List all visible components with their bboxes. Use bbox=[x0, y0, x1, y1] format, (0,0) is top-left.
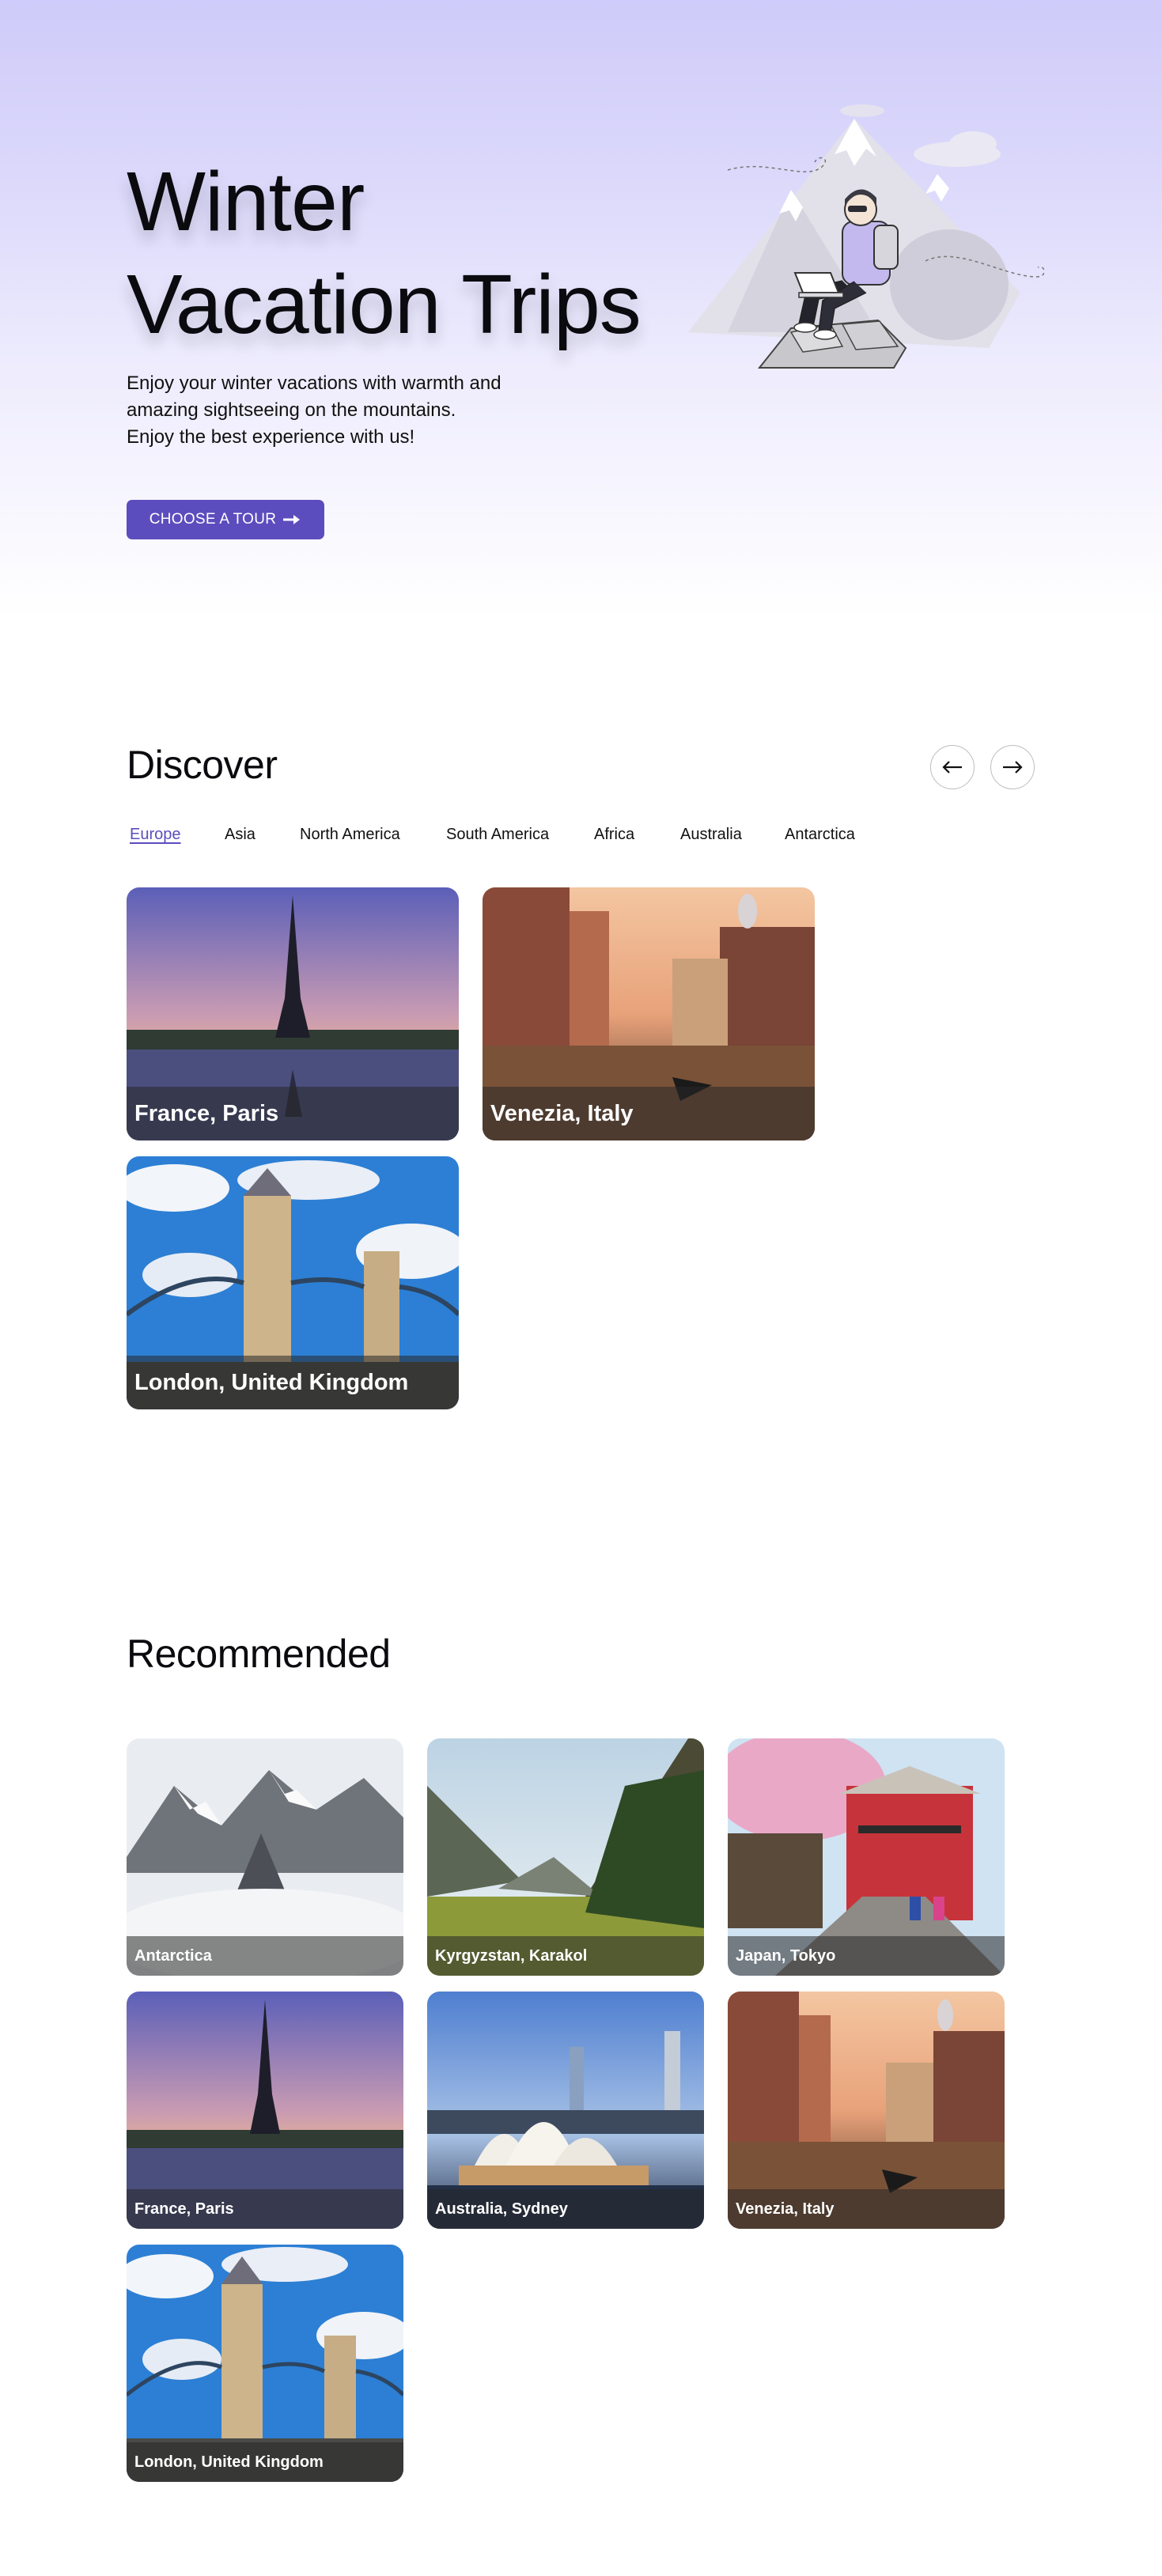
hero-title: Winter Vacation Trips bbox=[127, 150, 680, 356]
discover-card-caption: France, Paris bbox=[127, 1087, 459, 1140]
recommended-card-caption: Kyrgyzstan, Karakol bbox=[427, 1936, 704, 1976]
tab-africa[interactable]: Africa bbox=[594, 826, 634, 844]
tab-south-america[interactable]: South America bbox=[446, 826, 549, 844]
discover-card-label: Venezia, Italy bbox=[490, 1100, 634, 1126]
discover-card-label: France, Paris bbox=[134, 1100, 279, 1126]
recommended-title: Recommended bbox=[127, 1632, 391, 1676]
tab-australia[interactable]: Australia bbox=[680, 826, 742, 844]
recommended-card-london[interactable]: London, United Kingdom bbox=[127, 2245, 403, 2482]
choose-tour-button[interactable]: CHOOSE A TOUR bbox=[127, 500, 324, 539]
recommended-card-tokyo[interactable]: Japan, Tokyo bbox=[728, 1738, 1005, 1976]
recommended-card-paris[interactable]: France, Paris bbox=[127, 1992, 403, 2229]
hero-desc-line2: amazing sightseeing on the mountains. bbox=[127, 399, 456, 421]
tab-antarctica[interactable]: Antarctica bbox=[785, 826, 855, 844]
hero-title-line2: Vacation Trips bbox=[127, 258, 642, 351]
recommended-card-caption: Japan, Tokyo bbox=[728, 1936, 1005, 1976]
hiker-illustration bbox=[688, 104, 1044, 369]
recommended-card-karakol[interactable]: Kyrgyzstan, Karakol bbox=[427, 1738, 704, 1976]
arrow-right-icon bbox=[1003, 761, 1023, 774]
recommended-card-caption: Antarctica bbox=[127, 1936, 403, 1976]
recommended-card-label: Kyrgyzstan, Karakol bbox=[435, 1946, 588, 1965]
prev-button[interactable] bbox=[930, 745, 975, 789]
recommended-card-caption: Australia, Sydney bbox=[427, 2189, 704, 2229]
recommended-card-label: France, Paris bbox=[134, 2200, 234, 2218]
recommended-card-label: Japan, Tokyo bbox=[736, 1946, 836, 1965]
next-button[interactable] bbox=[990, 745, 1035, 789]
tab-north-america[interactable]: North America bbox=[300, 826, 400, 844]
hero-desc-line3: Enjoy the best experience with us! bbox=[127, 426, 415, 448]
tab-europe[interactable]: Europe bbox=[130, 826, 181, 844]
recommended-card-label: Antarctica bbox=[134, 1946, 212, 1965]
recommended-card-sydney[interactable]: Australia, Sydney bbox=[427, 1992, 704, 2229]
recommended-card-caption: Venezia, Italy bbox=[728, 2189, 1005, 2229]
arrow-right-icon bbox=[282, 511, 301, 528]
hero-section: Winter Vacation Trips Enjoy your winter … bbox=[0, 0, 1162, 617]
recommended-card-label: Venezia, Italy bbox=[736, 2200, 835, 2218]
discover-card-paris[interactable]: France, Paris bbox=[127, 887, 459, 1140]
discover-card-venice[interactable]: Venezia, Italy bbox=[483, 887, 815, 1140]
hero-description: Enjoy your winter vacations with warmth … bbox=[127, 370, 538, 451]
discover-card-london[interactable]: London, United Kingdom bbox=[127, 1156, 459, 1409]
recommended-card-label: Australia, Sydney bbox=[435, 2200, 568, 2218]
discover-card-caption: London, United Kingdom bbox=[127, 1356, 459, 1409]
recommended-card-antarctica[interactable]: Antarctica bbox=[127, 1738, 403, 1976]
recommended-card-venice[interactable]: Venezia, Italy bbox=[728, 1992, 1005, 2229]
hero-desc-line1: Enjoy your winter vacations with warmth … bbox=[127, 373, 502, 394]
recommended-card-caption: France, Paris bbox=[127, 2189, 403, 2229]
tab-asia[interactable]: Asia bbox=[225, 826, 255, 844]
arrow-left-icon bbox=[942, 761, 962, 774]
discover-card-label: London, United Kingdom bbox=[134, 1369, 409, 1395]
choose-tour-label: CHOOSE A TOUR bbox=[149, 511, 277, 528]
hero-title-line1: Winter bbox=[127, 155, 365, 248]
recommended-card-caption: London, United Kingdom bbox=[127, 2442, 403, 2482]
discover-card-caption: Venezia, Italy bbox=[483, 1087, 815, 1140]
recommended-card-label: London, United Kingdom bbox=[134, 2453, 324, 2471]
discover-title: Discover bbox=[127, 743, 278, 787]
